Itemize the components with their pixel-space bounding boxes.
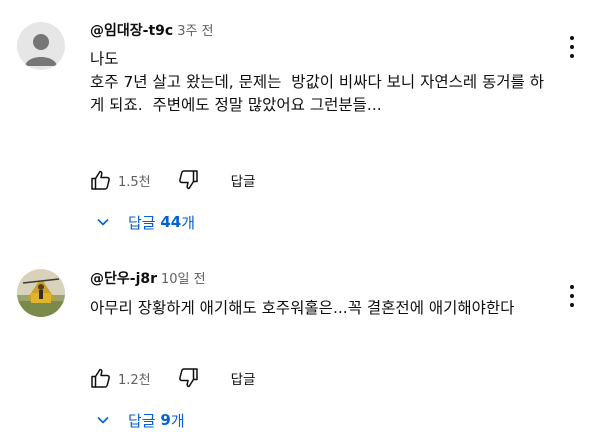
author-handle[interactable]: @임대장-t9c [90, 23, 173, 39]
thumbs-down-icon[interactable] [175, 365, 201, 391]
comment-header: @임대장-t9c 3주 전 [90, 22, 214, 41]
replies-suffix: 개 [170, 411, 185, 430]
comment-text: 아무리 장황하게 애기해도 호주워홀은...꼭 결혼전에 애기해야한다 [90, 299, 515, 317]
reply-button[interactable]: 답글 [231, 170, 256, 190]
comment-timestamp[interactable]: 3주 전 [177, 24, 213, 39]
author-handle[interactable]: @단우-j8r [90, 271, 157, 287]
view-replies-button[interactable]: 답글 44 개 [96, 211, 195, 233]
default-avatar-icon [17, 22, 65, 70]
like-count: 1.5천 [118, 174, 151, 190]
replies-prefix: 답글 [128, 411, 161, 430]
comment-actions: 1.5천 답글 [88, 167, 255, 193]
comment-text: 나도 호주 7년 살고 왔는데, 문제는 방값이 비싸다 보니 자연스레 동거를… [90, 50, 545, 114]
avatar[interactable] [17, 269, 65, 317]
more-options-icon[interactable] [565, 36, 579, 58]
more-options-icon[interactable] [565, 285, 579, 307]
thumbs-down-icon[interactable] [175, 167, 201, 193]
reply-button[interactable]: 답글 [231, 368, 256, 388]
replies-suffix: 개 [181, 213, 196, 232]
comment-timestamp[interactable]: 10일 전 [161, 272, 206, 287]
replies-prefix: 답글 [128, 213, 161, 232]
comment-header: @단우-j8r 10일 전 [90, 270, 206, 289]
thumbs-up-icon[interactable] [88, 365, 114, 391]
comment-actions: 1.2천 답글 [88, 365, 255, 391]
photo-avatar-icon [17, 269, 65, 317]
chevron-down-icon [97, 416, 109, 424]
view-replies-button[interactable]: 답글 9개 [96, 409, 185, 431]
replies-count: 9 [160, 411, 171, 429]
avatar[interactable] [17, 22, 65, 70]
thumbs-up-icon[interactable] [88, 167, 114, 193]
like-count: 1.2천 [118, 372, 151, 388]
comment-thread: @임대장-t9c 3주 전 나도 호주 7년 살고 왔는데, 문제는 방값이 비싸… [0, 0, 600, 240]
replies-count: 44 [160, 213, 182, 231]
comment-thread: @단우-j8r 10일 전 아무리 장황하게 애기해도 호주워홀은...꼭 결혼전… [0, 248, 600, 448]
chevron-down-icon [97, 218, 109, 226]
